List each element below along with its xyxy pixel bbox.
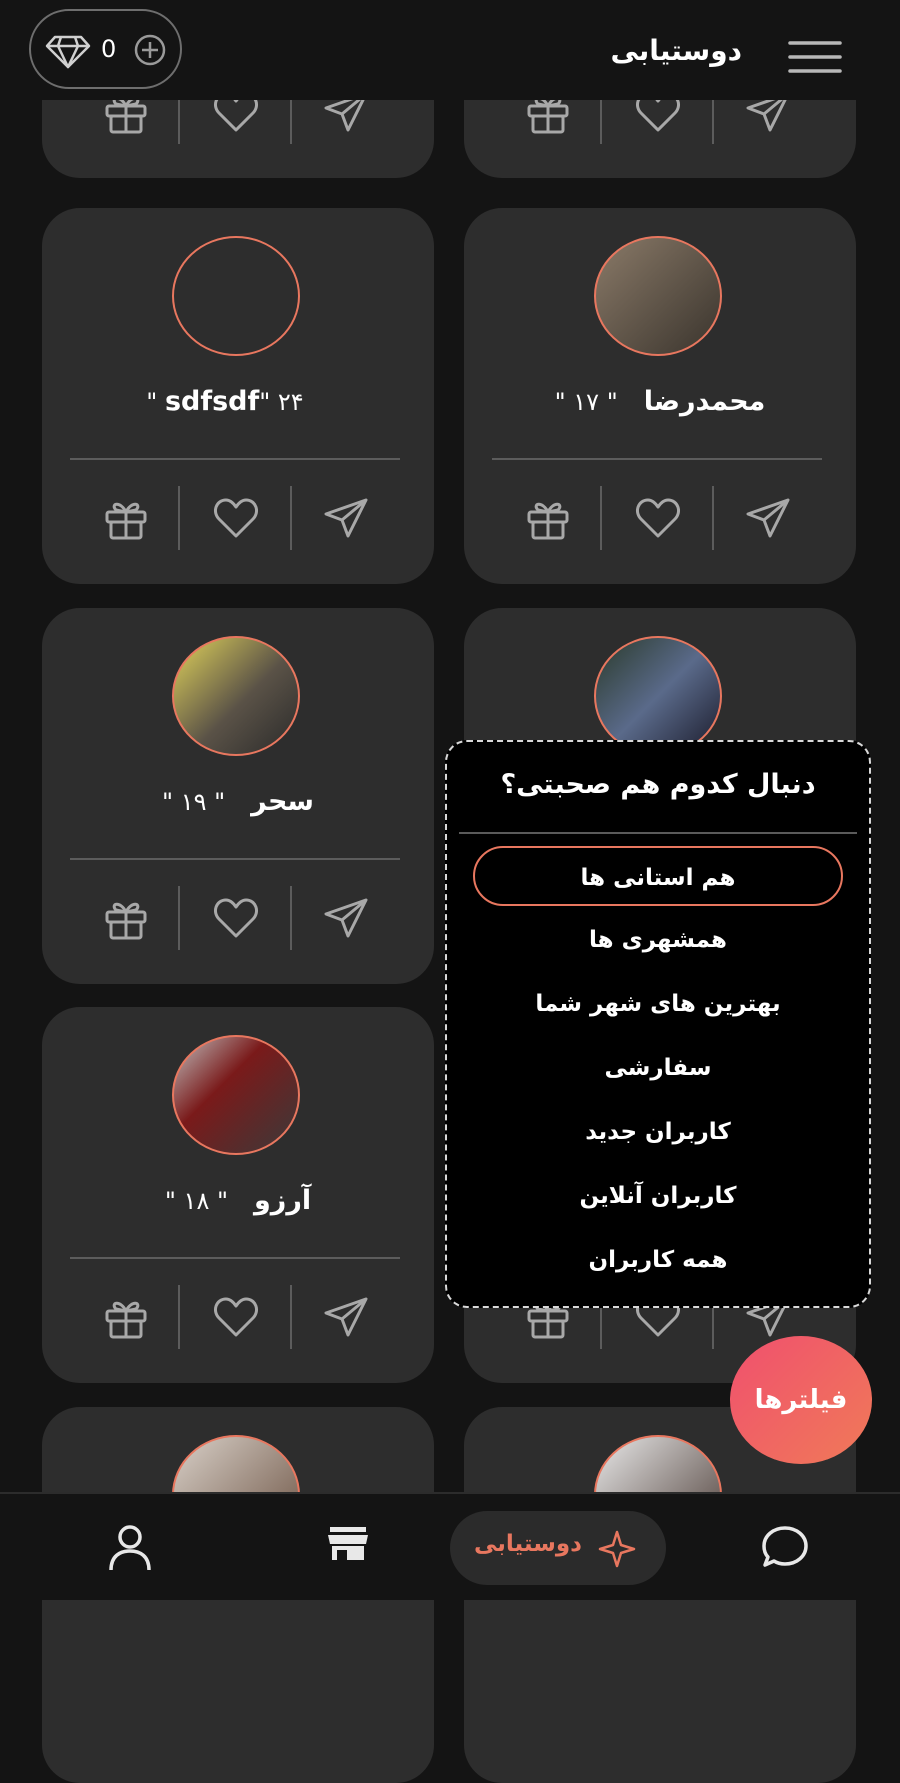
send-icon: [324, 1297, 368, 1337]
user-age: " ۱۷ ": [554, 388, 618, 416]
user-card[interactable]: sdfsdf" ۲۴ ": [42, 208, 434, 584]
avatar[interactable]: [172, 1035, 300, 1155]
heart-icon: [214, 898, 258, 938]
message-button[interactable]: [296, 486, 396, 550]
filter-option-same-city[interactable]: همشهری ها: [473, 910, 843, 970]
like-button[interactable]: [608, 486, 708, 550]
like-button[interactable]: [186, 486, 286, 550]
user-card[interactable]: محمدرضا " ۱۷ ": [464, 208, 856, 584]
message-button[interactable]: [718, 486, 818, 550]
message-button[interactable]: [296, 886, 396, 950]
send-icon: [324, 498, 368, 538]
avatar[interactable]: [172, 636, 300, 756]
heart-icon: [214, 498, 258, 538]
name-age-line: محمدرضا " ۱۷ ": [464, 386, 856, 417]
hamburger-menu-icon[interactable]: [788, 40, 842, 74]
user-name: sdfsdf: [164, 386, 260, 417]
card-actions: [464, 486, 856, 550]
card-divider: [70, 458, 400, 460]
popup-title: دنبال کدوم هم صحبتی؟: [500, 769, 816, 800]
card-divider: [492, 458, 822, 460]
name-age-line: سحر " ۱۹ ": [42, 786, 434, 817]
gift-button[interactable]: [76, 486, 176, 550]
filter-option-same-province[interactable]: هم استانی ها: [473, 846, 843, 906]
heart-icon: [214, 1297, 258, 1337]
card-actions: [42, 886, 434, 950]
popup-divider: [459, 832, 857, 834]
action-separator: [290, 886, 292, 950]
user-name: سحر: [251, 786, 314, 817]
gift-icon: [105, 502, 147, 540]
profile-icon: [109, 1525, 151, 1571]
nav-shop[interactable]: [318, 1494, 378, 1602]
action-separator: [600, 486, 602, 550]
filter-popup: دنبال کدوم هم صحبتی؟ هم استانی ها همشهری…: [445, 740, 871, 1308]
filters-button[interactable]: فیلترها: [730, 1336, 872, 1464]
sparkle-icon: [598, 1530, 636, 1568]
shop-icon: [328, 1527, 368, 1560]
add-icon[interactable]: [133, 33, 167, 67]
gift-icon: [105, 1301, 147, 1339]
gem-count: 0: [101, 35, 117, 63]
nav-chat[interactable]: [752, 1494, 812, 1602]
like-button[interactable]: [186, 886, 286, 950]
nav-active-label: دوستیابی: [473, 1531, 582, 1557]
send-icon: [746, 498, 790, 538]
card-actions: [42, 486, 434, 550]
name-age-line: آرزو " ۱۸ ": [42, 1185, 434, 1216]
user-age: " ۱۸ ": [164, 1187, 228, 1215]
diamond-icon: [45, 35, 91, 69]
avatar[interactable]: [594, 236, 722, 356]
filter-option-online-users[interactable]: کاربران آنلاین: [473, 1166, 843, 1226]
chat-icon: [762, 1526, 808, 1567]
user-name: آرزو: [254, 1185, 312, 1216]
gem-balance[interactable]: 0: [29, 9, 182, 89]
gift-icon: [527, 502, 569, 540]
action-separator: [290, 486, 292, 550]
filter-option-custom[interactable]: سفارشی: [473, 1038, 843, 1098]
user-card[interactable]: آرزو " ۱۸ ": [42, 1007, 434, 1383]
like-button[interactable]: [186, 1285, 286, 1349]
filter-option-all-users[interactable]: همه کاربران: [473, 1230, 843, 1290]
filter-option-new-users[interactable]: کاربران جدید: [473, 1102, 843, 1162]
gift-button[interactable]: [76, 886, 176, 950]
gift-button[interactable]: [498, 486, 598, 550]
action-separator: [290, 1285, 292, 1349]
action-separator: [178, 886, 180, 950]
nav-friendfinder[interactable]: دوستیابی: [450, 1511, 666, 1585]
send-icon: [324, 898, 368, 938]
page-title: دوستیابی: [610, 34, 742, 67]
gift-button[interactable]: [76, 1285, 176, 1349]
action-separator: [712, 486, 714, 550]
action-separator: [178, 1285, 180, 1349]
bottom-nav: دوستیابی: [0, 1492, 900, 1600]
card-divider: [70, 858, 400, 860]
user-name: محمدرضا: [643, 386, 766, 417]
user-card[interactable]: سحر " ۱۹ ": [42, 608, 434, 984]
avatar[interactable]: [594, 636, 722, 756]
nav-profile[interactable]: [100, 1494, 160, 1602]
user-age: " ۱۹ ": [162, 788, 226, 816]
filter-option-best-in-city[interactable]: بهترین های شهر شما: [473, 974, 843, 1034]
card-divider: [70, 1257, 400, 1259]
message-button[interactable]: [296, 1285, 396, 1349]
action-separator: [178, 486, 180, 550]
avatar[interactable]: [172, 236, 300, 356]
heart-icon: [636, 498, 680, 538]
app-header: 0 دوستیابی: [0, 0, 900, 100]
card-actions: [42, 1285, 434, 1349]
gift-icon: [105, 902, 147, 940]
name-age-line: sdfsdf" ۲۴ ": [42, 386, 434, 417]
